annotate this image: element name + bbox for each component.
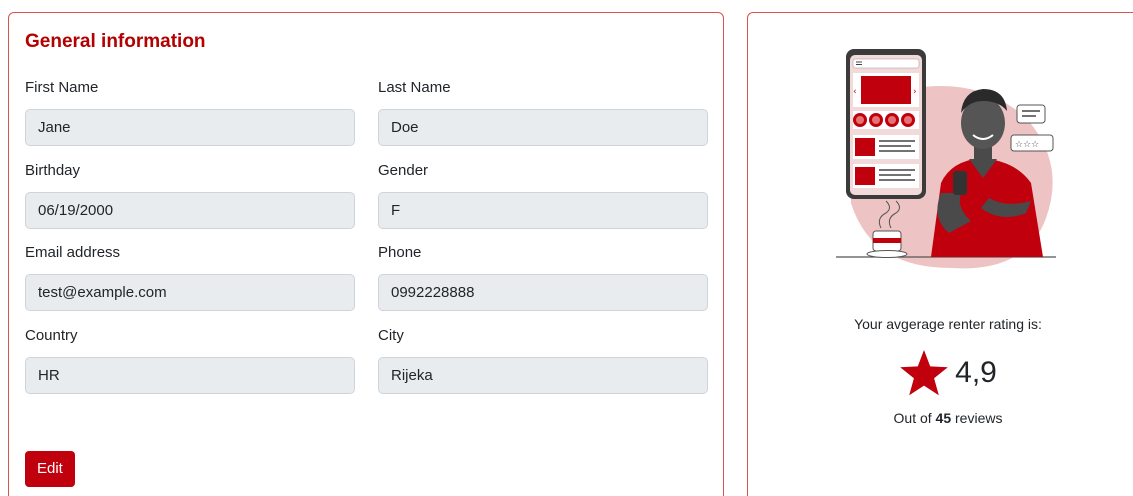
edit-button[interactable]: Edit [25, 451, 75, 487]
svg-text:☆☆☆: ☆☆☆ [1015, 140, 1039, 150]
city-group: City [378, 325, 708, 394]
city-input[interactable] [378, 357, 708, 394]
gender-group: Gender [378, 160, 708, 229]
phone-input[interactable] [378, 274, 708, 311]
phone-group: Phone [378, 242, 708, 311]
renter-illustration: ‹ › ☆☆☆ [836, 49, 1056, 269]
gender-input[interactable] [378, 192, 708, 229]
first-name-group: First Name [25, 77, 355, 146]
first-name-label: First Name [25, 79, 99, 96]
country-input[interactable] [25, 357, 355, 394]
general-information-card: General information First Name Last Name… [8, 12, 724, 496]
reviews-prefix: Out of [893, 410, 932, 426]
reviews-text: Out of 45 reviews [748, 410, 1133, 426]
phone-label: Phone [378, 244, 422, 261]
last-name-label: Last Name [378, 79, 451, 96]
country-group: Country [25, 325, 355, 394]
birthday-label: Birthday [25, 162, 81, 179]
svg-text:›: › [913, 87, 917, 97]
city-label: City [378, 327, 404, 344]
gender-label: Gender [378, 162, 429, 179]
svg-text:‹: ‹ [853, 87, 857, 97]
rating-value: 4,9 [955, 356, 997, 389]
last-name-group: Last Name [378, 77, 708, 146]
country-label: Country [25, 327, 78, 344]
card-title: General information [25, 31, 206, 52]
rating-row: 4,9 [748, 348, 1133, 398]
rating-label: Your avgerage renter rating is: [854, 316, 1042, 332]
reviews-count: 45 [935, 410, 952, 426]
star-icon [900, 350, 948, 396]
email-input[interactable] [25, 274, 355, 311]
rating-card: ‹ › ☆☆☆ Your avgerage renter rating is: … [747, 12, 1133, 496]
email-label: Email address [25, 244, 121, 261]
last-name-input[interactable] [378, 109, 708, 146]
first-name-input[interactable] [25, 109, 355, 146]
email-group: Email address [25, 242, 355, 311]
reviews-suffix: reviews [955, 410, 1003, 426]
birthday-group: Birthday [25, 160, 355, 229]
birthday-input[interactable] [25, 192, 355, 229]
